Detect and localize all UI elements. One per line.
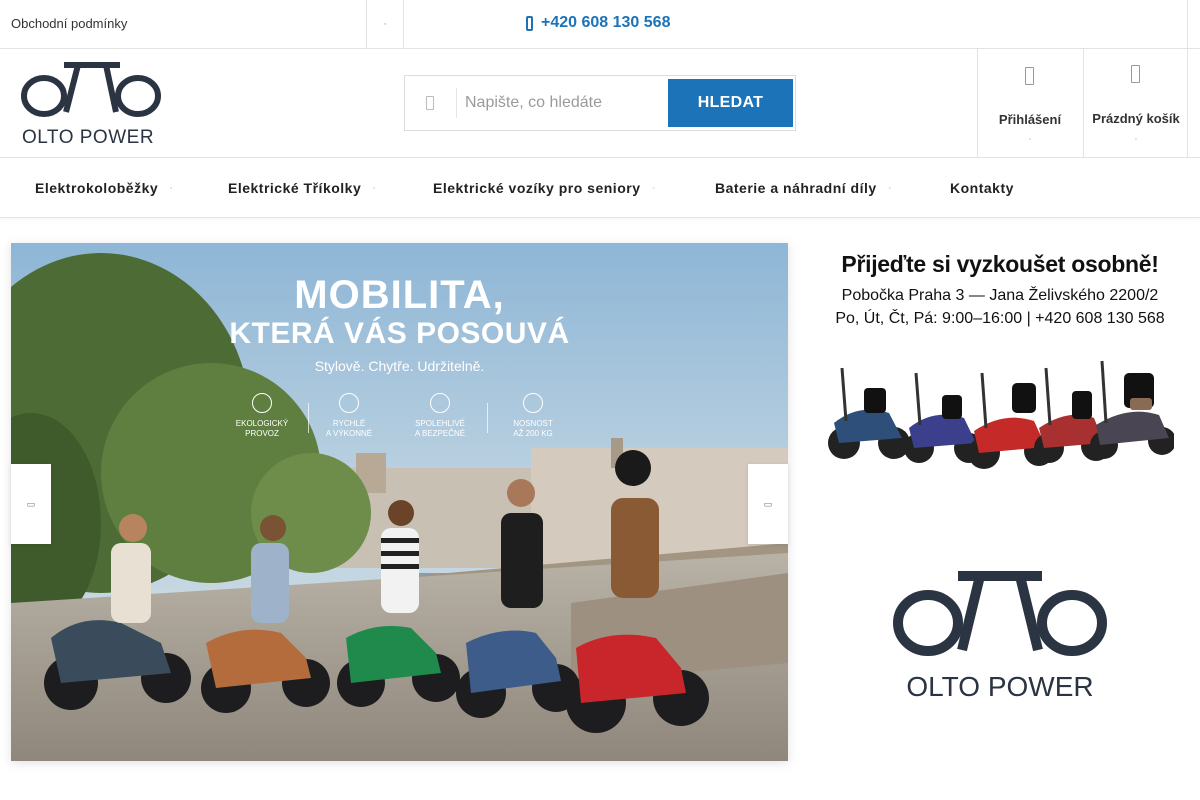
chevron-down-icon: ▫ xyxy=(1028,137,1032,143)
user-icon xyxy=(1025,67,1034,85)
hero-slide[interactable]: MOBILITA, KTERÁ VÁS POSOUVÁ Stylově. Chy… xyxy=(11,243,788,761)
chevron-down-icon: ▫ xyxy=(888,186,892,193)
logo-text: OLTO POWER xyxy=(22,127,155,148)
phone-link[interactable]: +420 608 130 568 xyxy=(526,14,670,32)
arrow-left-icon: ▭ xyxy=(26,498,36,509)
feature-line1: NOSNOST xyxy=(513,419,553,428)
topbar-dropdown-toggle[interactable]: ▫ xyxy=(367,0,403,48)
feature-safe: SPOLEHLIVÉ A BEZPEČNÉ xyxy=(400,393,480,439)
divider xyxy=(456,88,457,118)
hero-title-line2: KTERÁ VÁS POSOUVÁ xyxy=(229,317,570,350)
scooters-image xyxy=(828,360,1174,469)
nav-item-label: Elektrokoloběžky xyxy=(35,180,159,196)
chevron-down-icon: ▫ xyxy=(652,186,656,193)
feature-load: NOSNOST AŽ 200 KG xyxy=(493,393,573,439)
hero-title-line1: MOBILITA, xyxy=(294,273,505,317)
cart-label: Prázdný košík xyxy=(1092,111,1180,126)
promo-title: Přijeďte si vyzkoušet osobně! xyxy=(841,251,1159,277)
nav-item-vozíky-pro-seniory[interactable]: Elektrické vozíky pro seniory ▫ xyxy=(433,180,655,196)
nav-item-label: Elektrické vozíky pro seniory xyxy=(433,180,641,196)
divider xyxy=(1187,0,1188,48)
nav-item-kontakty[interactable]: Kontakty xyxy=(950,180,1014,196)
olto-logo: OLTO POWER xyxy=(893,571,1107,702)
search-input[interactable] xyxy=(465,88,665,118)
divider xyxy=(403,0,404,48)
feature-line1: RYCHLÉ xyxy=(332,419,366,428)
nav-item-label: Elektrické Tříkolky xyxy=(228,180,362,196)
phone-number: +420 608 130 568 xyxy=(541,14,671,31)
feature-line1: EKOLOGICKÝ xyxy=(235,419,289,428)
search-icon xyxy=(405,76,455,130)
main-nav: Elektrokoloběžky ▫ Elektrické Tříkolky ▫ E… xyxy=(0,158,1200,218)
chevron-down-icon: ▫ xyxy=(383,20,387,28)
feature-line2: A VÝKONNÉ xyxy=(325,429,373,438)
feature-fast: RYCHLÉ A VÝKONNÉ xyxy=(309,393,389,439)
feature-line2: A BEZPEČNÉ xyxy=(414,429,466,438)
promo-banner[interactable]: Přijeďte si vyzkoušet osobně! Pobočka Pr… xyxy=(812,243,1188,761)
nav-item-elektricke-trikolky[interactable]: Elektrické Tříkolky ▫ xyxy=(228,180,376,196)
terms-link[interactable]: Obchodní podmínky xyxy=(11,16,127,31)
login-button[interactable]: Přihlášení ▫ xyxy=(977,49,1083,157)
nav-item-elektrokolobezky[interactable]: Elektrokoloběžky ▫ xyxy=(35,180,173,196)
login-label: Přihlášení xyxy=(998,112,1062,127)
slider-prev-button[interactable]: ▭ xyxy=(11,464,51,544)
divider xyxy=(487,403,488,433)
chevron-down-icon: ▫ xyxy=(373,186,376,193)
chevron-down-icon: ▫ xyxy=(170,186,173,193)
phone-icon xyxy=(526,15,533,31)
cart-button[interactable]: Prázdný košík ▫ xyxy=(1083,49,1189,157)
slider-next-button[interactable]: ▭ xyxy=(748,464,788,544)
cart-icon xyxy=(1131,65,1140,83)
header: OLTO POWER HLEDAT Přihlášení ▫ Prázdný k… xyxy=(0,49,1200,158)
search-bar: HLEDAT xyxy=(404,75,796,131)
nav-item-label: Baterie a náhradní díly xyxy=(715,180,877,196)
nav-item-label: Kontakty xyxy=(950,180,1014,196)
leaf-icon xyxy=(252,393,272,413)
logo-text: OLTO POWER xyxy=(906,671,1093,702)
chevron-down-icon: ▫ xyxy=(1134,137,1138,143)
promo-hours: Po, Út, Čt, Pá: 9:00–16:00 | +420 608 13… xyxy=(835,310,1165,327)
top-bar: Obchodní podmínky ▫ +420 608 130 568 xyxy=(0,0,1200,49)
feature-line1: SPOLEHLIVÉ xyxy=(415,419,465,428)
lightning-icon xyxy=(339,393,359,413)
feature-line2: AŽ 200 KG xyxy=(513,429,553,438)
weight-icon xyxy=(523,393,543,413)
promo-address: Pobočka Praha 3 — Jana Želivského 2200/2 xyxy=(841,287,1159,304)
feature-line2: PROVOZ xyxy=(245,429,279,438)
divider xyxy=(1187,49,1188,157)
hero-subtitle: Stylově. Chytře. Udržitelně. xyxy=(314,358,485,374)
shield-icon xyxy=(430,393,450,413)
nav-item-baterie[interactable]: Baterie a náhradní díly ▫ xyxy=(715,180,891,196)
search-button[interactable]: HLEDAT xyxy=(668,79,793,127)
feature-eco: EKOLOGICKÝ PROVOZ xyxy=(222,393,302,439)
arrow-right-icon: ▭ xyxy=(763,498,773,509)
